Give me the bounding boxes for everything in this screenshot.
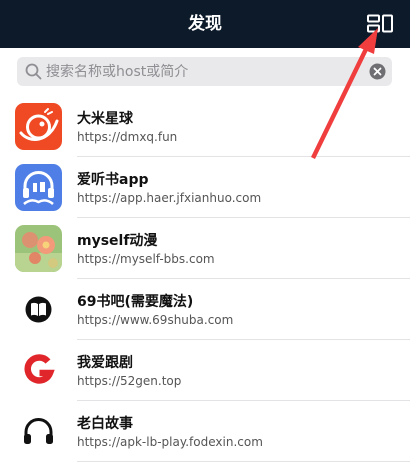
site-name: 爱听书app xyxy=(77,172,149,188)
site-name: 69书吧(需要魔法) xyxy=(77,294,194,310)
site-name: myself动漫 xyxy=(77,233,158,249)
list-item[interactable]: 我爱跟剧 https://52gen.top xyxy=(0,340,410,401)
search-input[interactable] xyxy=(46,57,356,86)
search-icon xyxy=(25,63,42,80)
search-bar xyxy=(17,57,392,86)
headphones-icon xyxy=(15,408,62,455)
letter-g-logo-icon xyxy=(15,347,62,394)
list-item[interactable]: myself动漫 https://myself-bbs.com xyxy=(0,218,410,279)
list-item[interactable]: 爱听书app https://app.haer.jfxianhuo.com xyxy=(0,157,410,218)
site-name: 老白故事 xyxy=(77,416,133,432)
site-url: https://www.69shuba.com xyxy=(77,313,234,327)
site-url: https://52gen.top xyxy=(77,374,182,388)
clear-search-icon[interactable] xyxy=(369,63,386,80)
nav-bar: 发现 xyxy=(0,0,410,48)
book-icon xyxy=(15,286,62,333)
list-item[interactable]: 老白故事 https://apk-lb-play.fodexin.com xyxy=(0,401,410,462)
site-url: https://apk-lb-play.fodexin.com xyxy=(77,435,263,449)
planet-logo-icon xyxy=(15,103,62,150)
divider xyxy=(77,461,410,462)
list-item[interactable]: 69书吧(需要魔法) https://www.69shuba.com xyxy=(0,279,410,340)
list-item[interactable]: 大米星球 https://dmxq.fun xyxy=(0,96,410,157)
site-url: https://app.haer.jfxianhuo.com xyxy=(77,191,262,205)
page-title: 发现 xyxy=(188,14,222,34)
site-url: https://dmxq.fun xyxy=(77,130,178,144)
flower-thumbnail-icon xyxy=(15,225,62,272)
site-list: 大米星球 https://dmxq.fun 爱听书app https://app… xyxy=(0,96,410,462)
site-url: https://myself-bbs.com xyxy=(77,252,215,266)
headphones-book-logo-icon xyxy=(15,164,62,211)
site-name: 大米星球 xyxy=(77,111,133,127)
layout-toggle-icon[interactable] xyxy=(366,14,394,34)
site-name: 我爱跟剧 xyxy=(77,355,133,371)
